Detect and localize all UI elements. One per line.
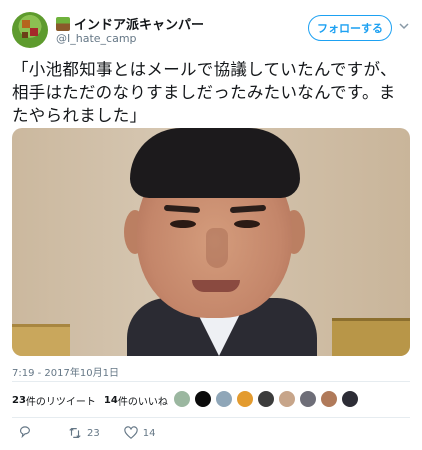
retweet-icon (69, 427, 81, 439)
engagement-stats: 23 件のリツイート 14 件のいいね (12, 391, 168, 409)
display-name-row[interactable]: インドア派キャンパー (56, 14, 204, 33)
liker-avatar[interactable] (194, 390, 212, 408)
avatar[interactable] (12, 12, 48, 48)
liker-avatars (173, 390, 362, 408)
photo-hair (130, 128, 300, 198)
retweet-count[interactable]: 23 (12, 395, 26, 406)
user-handle[interactable]: @I_hate_camp (56, 32, 137, 45)
tweet-timestamp[interactable]: 7:19 - 2017年10月1日 (12, 364, 119, 379)
reply-icon (20, 426, 30, 439)
liker-avatar[interactable] (320, 390, 338, 408)
retweet-button[interactable]: 23 (68, 426, 100, 440)
tweet-header: インドア派キャンパー @I_hate_camp フォローする (12, 12, 410, 48)
photo-eye (234, 220, 260, 228)
liker-avatar[interactable] (299, 390, 317, 408)
photo-mouth (192, 280, 240, 292)
like-count[interactable]: 14 (104, 395, 118, 406)
divider (12, 417, 410, 418)
retweet-action-count: 23 (87, 427, 100, 439)
avatar-pixel (22, 32, 28, 38)
liker-avatar[interactable] (278, 390, 296, 408)
tweet-actions: 23 14 (12, 424, 155, 442)
photo-eye (170, 220, 196, 228)
photo-background-frame (332, 318, 410, 356)
like-button[interactable]: 14 (124, 426, 156, 440)
like-action-count: 14 (142, 427, 156, 439)
retweet-label[interactable]: 件のリツイート (26, 393, 96, 408)
follow-button[interactable]: フォローする (308, 15, 392, 41)
heart-icon (124, 426, 138, 439)
avatar-pixel (22, 20, 30, 28)
liker-avatar[interactable] (173, 390, 191, 408)
avatar-pixel (30, 28, 38, 36)
liker-avatar[interactable] (215, 390, 233, 408)
display-name[interactable]: インドア派キャンパー (74, 14, 204, 33)
tweet-photo[interactable] (12, 128, 410, 356)
chevron-down-icon[interactable] (398, 20, 410, 32)
like-label[interactable]: 件のいいね (118, 393, 168, 408)
liker-avatar[interactable] (257, 390, 275, 408)
photo-nose (206, 228, 228, 268)
tweet-text: 「小池都知事とはメールで協議していたんですが、相手はただのなりすましだったみたい… (12, 60, 397, 125)
divider (12, 381, 410, 382)
photo-background-frame (12, 324, 70, 356)
reply-button[interactable] (18, 426, 32, 440)
grass-block-icon (56, 16, 70, 31)
liker-avatar[interactable] (341, 390, 359, 408)
liker-avatar[interactable] (236, 390, 254, 408)
